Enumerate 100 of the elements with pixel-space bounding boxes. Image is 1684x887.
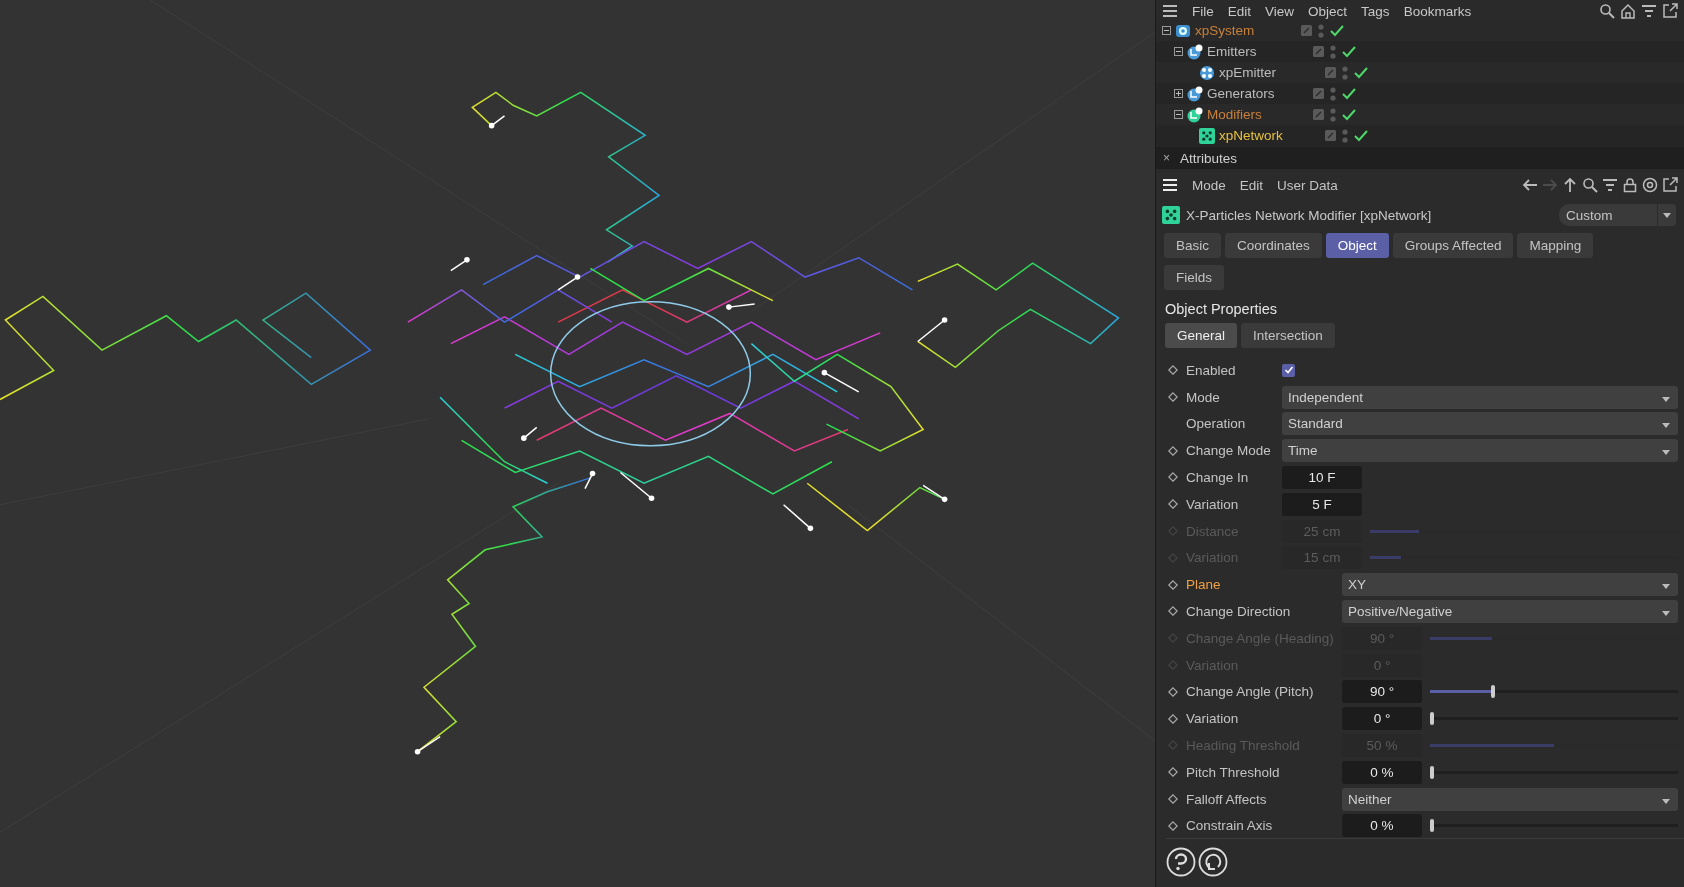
- tab[interactable]: Fields: [1164, 265, 1224, 291]
- keyframe-diamond-icon[interactable]: [1168, 606, 1178, 617]
- menu-item[interactable]: Object: [1308, 3, 1348, 19]
- menu-item[interactable]: User Data: [1277, 177, 1338, 193]
- slider-thumb[interactable]: [1430, 712, 1434, 726]
- layer-dots-icon[interactable]: [1330, 106, 1336, 123]
- tree-toggle-icon[interactable]: [1174, 110, 1183, 119]
- object-title: X-Particles Network Modifier [xpNetwork]: [1186, 207, 1432, 223]
- caret-icon: [1662, 396, 1670, 402]
- layer-dots-icon[interactable]: [1342, 64, 1348, 81]
- param-label: Plane: [1186, 577, 1222, 593]
- lock-icon[interactable]: [1622, 177, 1638, 194]
- number-field[interactable]: 0 °: [1342, 707, 1422, 731]
- tab[interactable]: Mapping: [1517, 233, 1594, 259]
- filter-icon[interactable]: [1641, 3, 1657, 19]
- param-label: Change Mode: [1186, 443, 1272, 459]
- search-icon[interactable]: [1599, 3, 1615, 19]
- keyframe-diamond-icon[interactable]: [1168, 365, 1178, 376]
- tree-toggle-icon[interactable]: [1162, 26, 1171, 35]
- keyframe-diamond-icon[interactable]: [1168, 794, 1178, 805]
- preset-dropdown[interactable]: Custom: [1559, 204, 1676, 227]
- param-label: Mode: [1186, 389, 1221, 405]
- check-icon[interactable]: [1342, 45, 1356, 58]
- folder-circle-icon: [1187, 106, 1203, 123]
- slider-thumb[interactable]: [1430, 765, 1434, 779]
- check-icon[interactable]: [1342, 108, 1356, 121]
- object-name[interactable]: Emitters: [1207, 44, 1257, 59]
- popout-icon[interactable]: [1662, 3, 1678, 19]
- search-icon[interactable]: [1582, 177, 1598, 194]
- menu-item[interactable]: View: [1265, 3, 1295, 19]
- param-label: Change Direction: [1186, 603, 1292, 619]
- param-label: Constrain Axis: [1186, 818, 1274, 834]
- object-name[interactable]: Modifiers: [1207, 107, 1262, 122]
- keyframe-diamond-icon[interactable]: [1168, 499, 1178, 510]
- target-icon[interactable]: [1642, 177, 1658, 194]
- keyframe-diamond-icon[interactable]: [1168, 767, 1178, 778]
- tree-row[interactable]: xpSystem: [1156, 20, 1684, 41]
- number-field[interactable]: 90 °: [1342, 680, 1422, 704]
- menu-item[interactable]: Bookmarks: [1403, 3, 1472, 19]
- caret-icon: [1662, 423, 1670, 429]
- menu-icon[interactable]: [1162, 4, 1178, 18]
- menu-item[interactable]: Tags: [1361, 3, 1390, 19]
- layer-dots-icon[interactable]: [1342, 127, 1348, 144]
- slider-thumb[interactable]: [1491, 685, 1495, 699]
- object-name[interactable]: xpNetwork: [1219, 128, 1283, 143]
- folder-circle-icon: [1187, 85, 1203, 102]
- keyframe-diamond-icon[interactable]: [1168, 686, 1178, 697]
- number-field[interactable]: 10 F: [1282, 466, 1362, 489]
- keyframe-diamond-icon[interactable]: [1168, 579, 1178, 590]
- number-field[interactable]: 0 %: [1342, 814, 1422, 838]
- reset-icon[interactable]: [1198, 847, 1228, 877]
- caret-icon: [1663, 212, 1671, 218]
- param-label: Pitch Threshold: [1186, 764, 1281, 780]
- tab[interactable]: Intersection: [1241, 323, 1335, 349]
- tree-toggle-icon[interactable]: [1174, 47, 1183, 56]
- object-name[interactable]: xpEmitter: [1219, 65, 1276, 80]
- caret-icon: [1662, 610, 1670, 616]
- home-icon[interactable]: [1620, 3, 1636, 19]
- check-icon[interactable]: [1330, 24, 1344, 37]
- keyframe-diamond-icon[interactable]: [1168, 472, 1178, 483]
- folder-circle-icon: [1187, 43, 1203, 60]
- check-icon[interactable]: [1342, 87, 1356, 100]
- caret-icon: [1662, 584, 1670, 590]
- menu-item[interactable]: Edit: [1227, 3, 1252, 19]
- filter-icon[interactable]: [1602, 177, 1618, 194]
- keyframe-diamond-icon[interactable]: [1168, 713, 1178, 724]
- number-field[interactable]: 0 %: [1342, 760, 1422, 784]
- check-icon[interactable]: [1354, 66, 1368, 79]
- tab[interactable]: Coordinates: [1225, 233, 1322, 259]
- keyframe-diamond-icon[interactable]: [1168, 820, 1178, 831]
- tab[interactable]: Basic: [1164, 233, 1221, 259]
- popout-icon[interactable]: [1662, 177, 1678, 194]
- panel-title: Attributes: [1180, 150, 1238, 166]
- help-icon[interactable]: [1166, 847, 1196, 877]
- caret-icon: [1662, 798, 1670, 804]
- up-arrow-icon[interactable]: [1562, 177, 1578, 194]
- number-field[interactable]: 5 F: [1282, 492, 1362, 516]
- close-button[interactable]: ×: [1163, 151, 1170, 166]
- keyframe-diamond-icon[interactable]: [1168, 445, 1178, 456]
- network-icon: [1162, 206, 1180, 225]
- param-label: Change In: [1186, 470, 1250, 485]
- slider-thumb[interactable]: [1430, 819, 1434, 833]
- menu-item[interactable]: Mode: [1192, 177, 1226, 193]
- emitter-icon: [1199, 64, 1215, 81]
- menu-item[interactable]: Edit: [1239, 177, 1264, 193]
- tab[interactable]: Groups Affected: [1392, 233, 1514, 259]
- checkbox[interactable]: [1282, 363, 1295, 377]
- object-name[interactable]: Generators: [1207, 86, 1275, 101]
- object-name[interactable]: xpSystem: [1195, 23, 1255, 38]
- section-title: Object Properties: [1164, 300, 1279, 320]
- tree-toggle-icon[interactable]: [1174, 89, 1183, 98]
- check-icon[interactable]: [1354, 129, 1368, 142]
- tab[interactable]: General: [1165, 323, 1238, 349]
- layer-dots-icon[interactable]: [1318, 22, 1324, 39]
- layer-dots-icon[interactable]: [1330, 85, 1336, 102]
- layer-dots-icon[interactable]: [1330, 43, 1336, 60]
- tab[interactable]: Object: [1325, 233, 1389, 259]
- param-label: Variation: [1186, 496, 1240, 512]
- menu-item[interactable]: File: [1192, 3, 1214, 19]
- keyframe-diamond-icon[interactable]: [1168, 392, 1178, 403]
